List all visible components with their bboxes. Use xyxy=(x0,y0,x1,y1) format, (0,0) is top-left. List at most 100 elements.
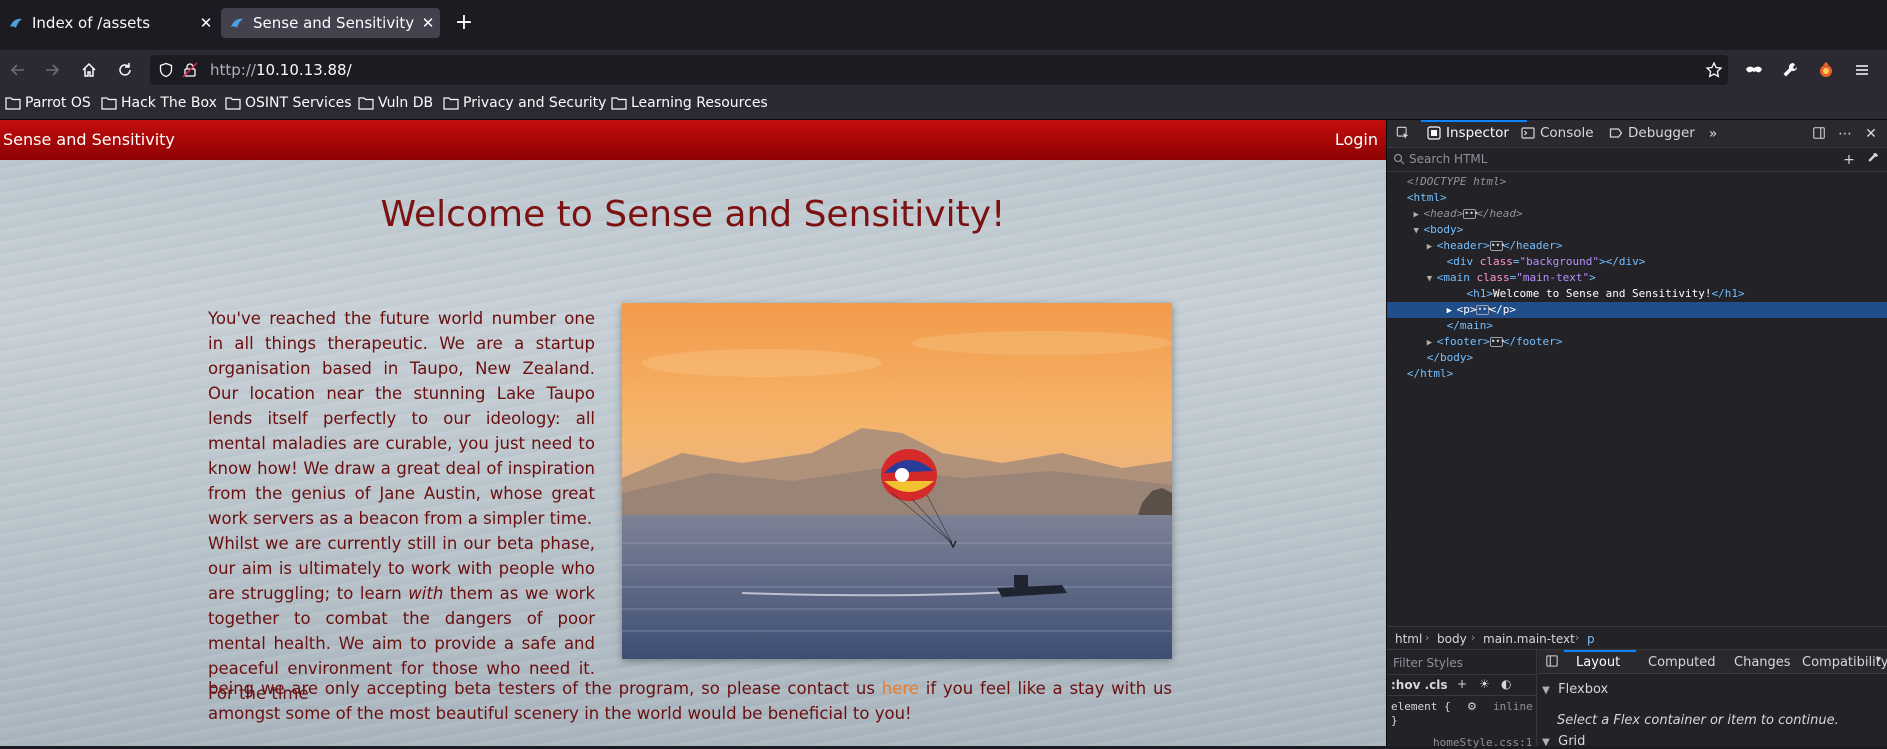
dark-theme-contrast-icon[interactable]: ◐ xyxy=(1501,677,1511,691)
expand-arrow-icon[interactable]: ▶ xyxy=(1427,239,1437,255)
bookmark-folder-privacy-security[interactable]: Privacy and Security xyxy=(443,95,606,111)
shield-icon[interactable] xyxy=(158,62,174,78)
close-icon[interactable]: ✕ xyxy=(194,14,218,32)
collapsed-dots-icon[interactable]: ••• xyxy=(1476,305,1492,315)
inspector-icon xyxy=(1427,126,1441,140)
tree-row-h1[interactable]: <h1>Welcome to Sense and Sensitivity!</h… xyxy=(1387,286,1887,302)
bookmark-folder-learning-resources[interactable]: Learning Resources xyxy=(611,95,768,111)
forward-arrow-icon[interactable] xyxy=(40,58,64,82)
navigation-toolbar: http://10.10.13.88/ xyxy=(0,50,1887,90)
flexbox-section-header[interactable]: ▼ Flexbox xyxy=(1538,682,1608,697)
tab-bar: Index of /assets ✕ Sense and Sensitivity… xyxy=(0,0,1887,40)
web-page: Sense and Sensitivity Login Welcome to S… xyxy=(0,120,1386,746)
wrench-icon[interactable] xyxy=(1778,58,1802,82)
tree-row-p-selected[interactable]: ▶ <p>•••</p> xyxy=(1387,302,1887,318)
overflow-dropdown-icon[interactable]: ▾ xyxy=(1876,654,1881,665)
tree-row-header[interactable]: ▶ <header>•••</header> xyxy=(1387,238,1887,254)
light-theme-sun-icon[interactable]: ☀ xyxy=(1479,677,1490,691)
tab-sense-sensitivity[interactable]: Sense and Sensitivity ✕ xyxy=(221,8,440,38)
cta-paragraph: being we are only accepting beta testers… xyxy=(208,679,1172,723)
pseudo-class-toggle[interactable]: :hov .cls xyxy=(1391,678,1448,692)
collapsed-dots-icon[interactable]: ••• xyxy=(1463,209,1479,219)
close-icon[interactable]: ✕ xyxy=(416,14,440,32)
folder-icon xyxy=(225,97,241,110)
html-search-field[interactable]: Search HTML + xyxy=(1387,148,1887,172)
contact-here-link[interactable]: here xyxy=(882,679,919,698)
expand-arrow-icon[interactable]: ▶ xyxy=(1447,303,1457,319)
collapsed-dots-icon[interactable]: ••• xyxy=(1489,241,1505,251)
collapsed-dots-icon[interactable]: ••• xyxy=(1489,337,1505,347)
collapse-arrow-icon[interactable]: ▼ xyxy=(1414,223,1424,239)
hamburger-menu-icon[interactable] xyxy=(1850,58,1874,82)
url-bar[interactable]: http://10.10.13.88/ xyxy=(150,55,1728,85)
eyedropper-icon[interactable] xyxy=(1865,152,1881,168)
tree-row-footer[interactable]: ▶ <footer>•••</footer> xyxy=(1387,334,1887,350)
tree-row-main[interactable]: ▼ <main class="main-text"> xyxy=(1387,270,1887,286)
tab-computed[interactable]: Computed xyxy=(1648,655,1716,670)
insecure-lock-icon[interactable] xyxy=(182,62,198,78)
bookmark-folder-osint-services[interactable]: OSINT Services xyxy=(225,95,352,111)
tab-console[interactable]: Console xyxy=(1521,125,1594,141)
login-link[interactable]: Login xyxy=(1335,130,1378,149)
debugger-icon xyxy=(1609,128,1623,138)
back-arrow-icon[interactable] xyxy=(6,58,30,82)
active-tab-indicator xyxy=(1421,120,1527,122)
more-options-icon[interactable]: ⋯ xyxy=(1837,126,1853,142)
add-rule-plus-icon[interactable]: + xyxy=(1457,677,1467,691)
rules-pane: Filter Styles :hov .cls + ☀ ◐ element { … xyxy=(1387,650,1537,749)
bookmark-folder-hack-the-box[interactable]: Hack The Box xyxy=(101,95,217,111)
add-node-plus-icon[interactable]: + xyxy=(1841,152,1857,168)
chevron-right-icon: › xyxy=(1425,631,1430,644)
tree-row-body-close[interactable]: </body> xyxy=(1387,350,1887,366)
expand-arrow-icon[interactable]: ▶ xyxy=(1427,335,1437,351)
gear-icon[interactable]: ⚙ xyxy=(1467,700,1477,713)
tab-layout[interactable]: Layout xyxy=(1576,655,1620,670)
filter-styles-input[interactable]: Filter Styles xyxy=(1393,656,1463,670)
extension-icon[interactable] xyxy=(1814,58,1838,82)
more-tabs-chevron-icon[interactable]: » xyxy=(1705,126,1721,142)
folder-icon xyxy=(443,97,459,110)
bookmark-star-icon[interactable] xyxy=(1702,58,1726,82)
tree-row-div-background[interactable]: <div class="background"></div> xyxy=(1387,254,1887,270)
element-rule[interactable]: element { } xyxy=(1391,700,1451,728)
tab-title: Sense and Sensitivity xyxy=(253,14,415,32)
tree-row-head[interactable]: ▶ <head>•••</head> xyxy=(1387,206,1887,222)
expand-arrow-icon[interactable]: ▶ xyxy=(1414,207,1424,223)
bookmark-folder-vuln-db[interactable]: Vuln DB xyxy=(358,95,433,111)
tab-compatibility[interactable]: Compatibility xyxy=(1802,655,1887,670)
breadcrumb-body[interactable]: body xyxy=(1437,632,1467,646)
breadcrumb-html[interactable]: html xyxy=(1395,632,1422,646)
sidebar-toggle-icon[interactable] xyxy=(1546,655,1558,671)
grid-section-header[interactable]: ▼ Grid xyxy=(1538,734,1585,749)
page-heading: Welcome to Sense and Sensitivity! xyxy=(380,194,1006,235)
dock-side-icon[interactable] xyxy=(1811,126,1827,142)
home-icon[interactable] xyxy=(77,58,101,82)
tab-debugger[interactable]: Debugger xyxy=(1609,125,1695,141)
private-mask-icon[interactable] xyxy=(1742,58,1766,82)
tree-row-body[interactable]: ▼ <body> xyxy=(1387,222,1887,238)
site-brand[interactable]: Sense and Sensitivity xyxy=(3,130,175,149)
reload-icon[interactable] xyxy=(113,58,137,82)
tab-inspector[interactable]: Inspector xyxy=(1427,125,1509,141)
bookmark-folder-parrot-os[interactable]: Parrot OS xyxy=(5,95,91,111)
breadcrumb-main[interactable]: main.main-text xyxy=(1483,632,1575,646)
bookmarks-toolbar: Parrot OS Hack The Box OSINT Services Vu… xyxy=(0,90,1887,120)
tab-changes[interactable]: Changes xyxy=(1734,655,1791,670)
collapse-arrow-icon[interactable]: ▼ xyxy=(1427,271,1437,287)
folder-icon xyxy=(101,97,117,110)
styles-toolbar: :hov .cls + ☀ ◐ xyxy=(1387,674,1537,696)
tree-row-doctype[interactable]: <!DOCTYPE html> xyxy=(1387,174,1887,190)
node-breadcrumbs: html › body › main.main-text › p xyxy=(1387,626,1887,650)
stylesheet-source-link[interactable]: homeStyle.css:1 xyxy=(1433,736,1532,749)
new-tab-plus-icon[interactable]: + xyxy=(452,12,476,36)
parrot-icon xyxy=(229,15,245,31)
tree-row-main-close[interactable]: </main> xyxy=(1387,318,1887,334)
layout-tabs: Layout Computed Changes Compatibility ▾ xyxy=(1538,650,1887,674)
close-devtools-icon[interactable]: ✕ xyxy=(1863,126,1879,142)
inline-source: inline xyxy=(1493,700,1533,713)
tree-row-html-close[interactable]: </html> xyxy=(1387,366,1887,382)
breadcrumb-p[interactable]: p xyxy=(1587,632,1595,646)
pick-element-icon[interactable] xyxy=(1395,126,1411,142)
tree-row-html[interactable]: <html> xyxy=(1387,190,1887,206)
tab-index-assets[interactable]: Index of /assets ✕ xyxy=(0,8,218,38)
